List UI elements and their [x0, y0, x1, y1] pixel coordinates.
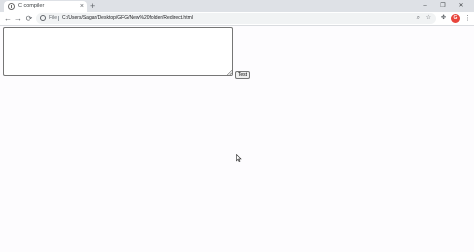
- reload-icon[interactable]: ⟳: [24, 12, 34, 25]
- page-content: Test: [0, 26, 474, 252]
- bookmark-star-icon[interactable]: ☆: [426, 13, 431, 24]
- scheme-label: File: [49, 15, 58, 21]
- browser-toolbar: ← → ⟳ File C:/Users/Sagar/Desktop/GFG/Ne…: [0, 12, 474, 26]
- minimize-icon[interactable]: –: [416, 0, 434, 12]
- profile-avatar[interactable]: G: [451, 14, 460, 23]
- window-controls: – ❐ ✕: [416, 0, 470, 12]
- resize-grip-icon[interactable]: [227, 70, 232, 75]
- browser-window: C compiler × + – ❐ ✕ ← → ⟳ File C:/Users…: [0, 0, 474, 252]
- close-tab-icon[interactable]: ×: [80, 2, 84, 11]
- zoom-icon[interactable]: ⌕: [417, 13, 420, 24]
- kebab-menu-icon[interactable]: ⋮: [464, 12, 471, 25]
- code-textarea[interactable]: [3, 27, 233, 76]
- info-icon[interactable]: [40, 15, 46, 21]
- tab-strip: C compiler × + – ❐ ✕: [0, 0, 474, 12]
- globe-icon: [8, 3, 15, 10]
- address-bar[interactable]: File C:/Users/Sagar/Desktop/GFG/New%20fo…: [36, 13, 436, 24]
- back-arrow-icon[interactable]: ←: [3, 12, 13, 25]
- url-text[interactable]: C:/Users/Sagar/Desktop/GFG/New%20folder/…: [62, 13, 193, 24]
- forward-arrow-icon[interactable]: →: [13, 12, 23, 25]
- extensions-puzzle-icon[interactable]: ✤: [441, 15, 447, 22]
- mouse-pointer-icon: [236, 154, 242, 162]
- maximize-icon[interactable]: ❐: [434, 0, 452, 12]
- test-button[interactable]: Test: [235, 71, 250, 79]
- new-tab-icon[interactable]: +: [90, 1, 95, 11]
- divider: [58, 16, 59, 21]
- close-window-icon[interactable]: ✕: [452, 0, 470, 12]
- tab-c-compiler[interactable]: C compiler ×: [4, 1, 87, 12]
- tab-title: C compiler: [18, 3, 45, 9]
